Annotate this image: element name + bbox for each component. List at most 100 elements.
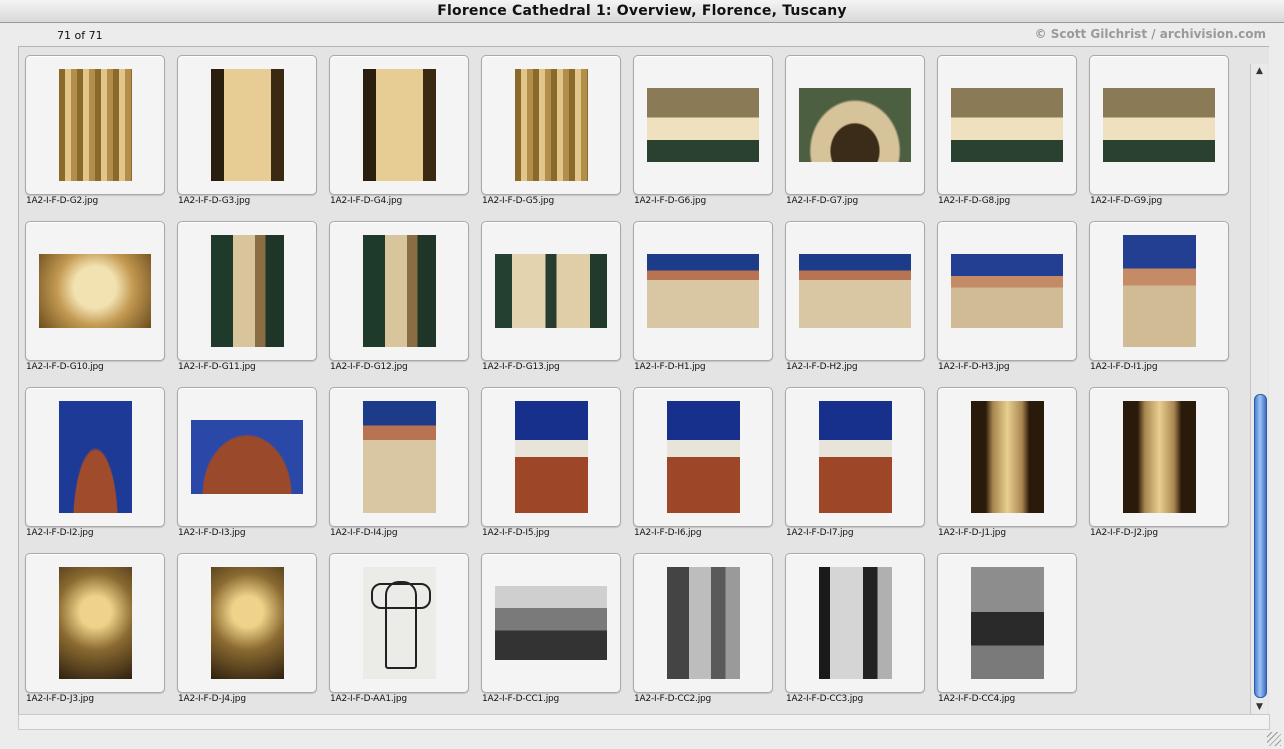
thumbnail-image[interactable] — [819, 401, 892, 513]
thumbnail-frame[interactable] — [633, 387, 773, 527]
thumbnail-frame[interactable] — [25, 387, 165, 527]
thumbnail-frame[interactable] — [937, 221, 1077, 361]
thumbnail-item[interactable]: 1A2-I-F-D-I4.jpg — [329, 387, 481, 553]
thumbnail-image[interactable] — [951, 88, 1063, 162]
thumbnail-frame[interactable] — [329, 221, 469, 361]
thumbnail-item[interactable]: 1A2-I-F-D-J1.jpg — [937, 387, 1089, 553]
thumbnail-frame[interactable] — [481, 553, 621, 693]
vertical-scrollbar[interactable]: ▲ ▼ — [1250, 64, 1268, 714]
thumbnail-item[interactable]: 1A2-I-F-D-I3.jpg — [177, 387, 329, 553]
thumbnail-image[interactable] — [363, 69, 436, 181]
thumbnail-item[interactable]: 1A2-I-F-D-J3.jpg — [25, 553, 177, 719]
thumbnail-image[interactable] — [951, 254, 1063, 328]
thumbnail-image[interactable] — [667, 567, 740, 679]
thumbnail-image[interactable] — [363, 567, 436, 679]
thumbnail-frame[interactable] — [633, 553, 773, 693]
thumbnail-item[interactable]: 1A2-I-F-D-CC4.jpg — [937, 553, 1089, 719]
thumbnail-item[interactable]: 1A2-I-F-D-G4.jpg — [329, 55, 481, 221]
thumbnail-image[interactable] — [799, 88, 911, 162]
resize-grip-icon[interactable] — [1267, 732, 1281, 746]
thumbnail-frame[interactable] — [329, 387, 469, 527]
thumbnail-frame[interactable] — [785, 221, 925, 361]
thumbnail-item[interactable]: 1A2-I-F-D-G6.jpg — [633, 55, 785, 221]
thumbnail-image[interactable] — [799, 254, 911, 328]
thumbnail-frame[interactable] — [177, 221, 317, 361]
thumbnail-frame[interactable] — [329, 553, 469, 693]
thumbnail-image[interactable] — [647, 88, 759, 162]
thumbnail-filename: 1A2-I-F-D-J3.jpg — [26, 694, 94, 704]
arrow-up-icon[interactable]: ▲ — [1251, 64, 1268, 78]
thumbnail-frame[interactable] — [481, 387, 621, 527]
arrow-down-icon[interactable]: ▼ — [1251, 700, 1268, 714]
thumbnail-image[interactable] — [59, 567, 132, 679]
thumbnail-frame[interactable] — [25, 55, 165, 195]
thumbnail-image[interactable] — [1123, 401, 1196, 513]
thumbnail-image[interactable] — [191, 420, 303, 494]
thumbnail-image[interactable] — [59, 401, 132, 513]
thumbnail-item[interactable]: 1A2-I-F-D-G3.jpg — [177, 55, 329, 221]
thumbnail-image[interactable] — [819, 567, 892, 679]
thumbnail-frame[interactable] — [25, 221, 165, 361]
thumbnail-item[interactable]: 1A2-I-F-D-CC3.jpg — [785, 553, 937, 719]
thumbnail-frame[interactable] — [1089, 55, 1229, 195]
thumbnail-frame[interactable] — [481, 221, 621, 361]
thumbnail-frame[interactable] — [329, 55, 469, 195]
thumbnail-image[interactable] — [39, 254, 151, 328]
thumbnail-image[interactable] — [971, 567, 1044, 679]
thumbnail-item[interactable]: 1A2-I-F-D-G9.jpg — [1089, 55, 1241, 221]
thumbnail-item[interactable]: 1A2-I-F-D-H2.jpg — [785, 221, 937, 387]
thumbnail-frame[interactable] — [177, 55, 317, 195]
thumbnail-image[interactable] — [211, 567, 284, 679]
thumbnail-frame[interactable] — [937, 387, 1077, 527]
thumbnail-item[interactable]: 1A2-I-F-D-I5.jpg — [481, 387, 633, 553]
thumbnail-frame[interactable] — [785, 55, 925, 195]
thumbnail-item[interactable]: 1A2-I-F-D-G10.jpg — [25, 221, 177, 387]
thumbnail-image[interactable] — [515, 401, 588, 513]
thumbnail-item[interactable]: 1A2-I-F-D-I2.jpg — [25, 387, 177, 553]
thumbnail-item[interactable]: 1A2-I-F-D-G2.jpg — [25, 55, 177, 221]
thumbnail-item[interactable]: 1A2-I-F-D-I7.jpg — [785, 387, 937, 553]
thumbnail-item[interactable]: 1A2-I-F-D-G13.jpg — [481, 221, 633, 387]
thumbnail-item[interactable]: 1A2-I-F-D-G5.jpg — [481, 55, 633, 221]
thumbnail-item[interactable]: 1A2-I-F-D-G12.jpg — [329, 221, 481, 387]
thumbnail-item[interactable]: 1A2-I-F-D-G8.jpg — [937, 55, 1089, 221]
thumbnail-image[interactable] — [211, 69, 284, 181]
thumbnail-frame[interactable] — [177, 553, 317, 693]
thumbnail-item[interactable]: 1A2-I-F-D-CC2.jpg — [633, 553, 785, 719]
thumbnail-image[interactable] — [363, 401, 436, 513]
thumbnail-item[interactable]: 1A2-I-F-D-I6.jpg — [633, 387, 785, 553]
thumbnail-frame[interactable] — [937, 553, 1077, 693]
thumbnail-item[interactable]: 1A2-I-F-D-J4.jpg — [177, 553, 329, 719]
thumbnail-image[interactable] — [495, 254, 607, 328]
thumbnail-image[interactable] — [59, 69, 132, 181]
thumbnail-frame[interactable] — [937, 55, 1077, 195]
thumbnail-item[interactable]: 1A2-I-F-D-J2.jpg — [1089, 387, 1241, 553]
scrollbar-thumb[interactable] — [1254, 394, 1267, 698]
thumbnail-frame[interactable] — [1089, 221, 1229, 361]
thumbnail-item[interactable]: 1A2-I-F-D-CC1.jpg — [481, 553, 633, 719]
thumbnail-frame[interactable] — [481, 55, 621, 195]
thumbnail-frame[interactable] — [633, 221, 773, 361]
thumbnail-image[interactable] — [1123, 235, 1196, 347]
thumbnail-frame[interactable] — [785, 553, 925, 693]
thumbnail-image[interactable] — [515, 69, 588, 181]
thumbnail-image[interactable] — [667, 401, 740, 513]
thumbnail-frame[interactable] — [25, 553, 165, 693]
thumbnail-image[interactable] — [647, 254, 759, 328]
thumbnail-frame[interactable] — [177, 387, 317, 527]
thumbnail-item[interactable]: 1A2-I-F-D-AA1.jpg — [329, 553, 481, 719]
thumbnail-image[interactable] — [211, 235, 284, 347]
thumbnail-image[interactable] — [495, 586, 607, 660]
thumbnail-item[interactable]: 1A2-I-F-D-H3.jpg — [937, 221, 1089, 387]
thumbnail-frame[interactable] — [633, 55, 773, 195]
thumbnail-item[interactable]: 1A2-I-F-D-G7.jpg — [785, 55, 937, 221]
thumbnail-item[interactable]: 1A2-I-F-D-I1.jpg — [1089, 221, 1241, 387]
thumbnail-image[interactable] — [1103, 88, 1215, 162]
thumbnail-image[interactable] — [363, 235, 436, 347]
thumbnail-item[interactable]: 1A2-I-F-D-G11.jpg — [177, 221, 329, 387]
status-bar — [18, 714, 1270, 730]
thumbnail-frame[interactable] — [785, 387, 925, 527]
thumbnail-frame[interactable] — [1089, 387, 1229, 527]
thumbnail-image[interactable] — [971, 401, 1044, 513]
thumbnail-item[interactable]: 1A2-I-F-D-H1.jpg — [633, 221, 785, 387]
